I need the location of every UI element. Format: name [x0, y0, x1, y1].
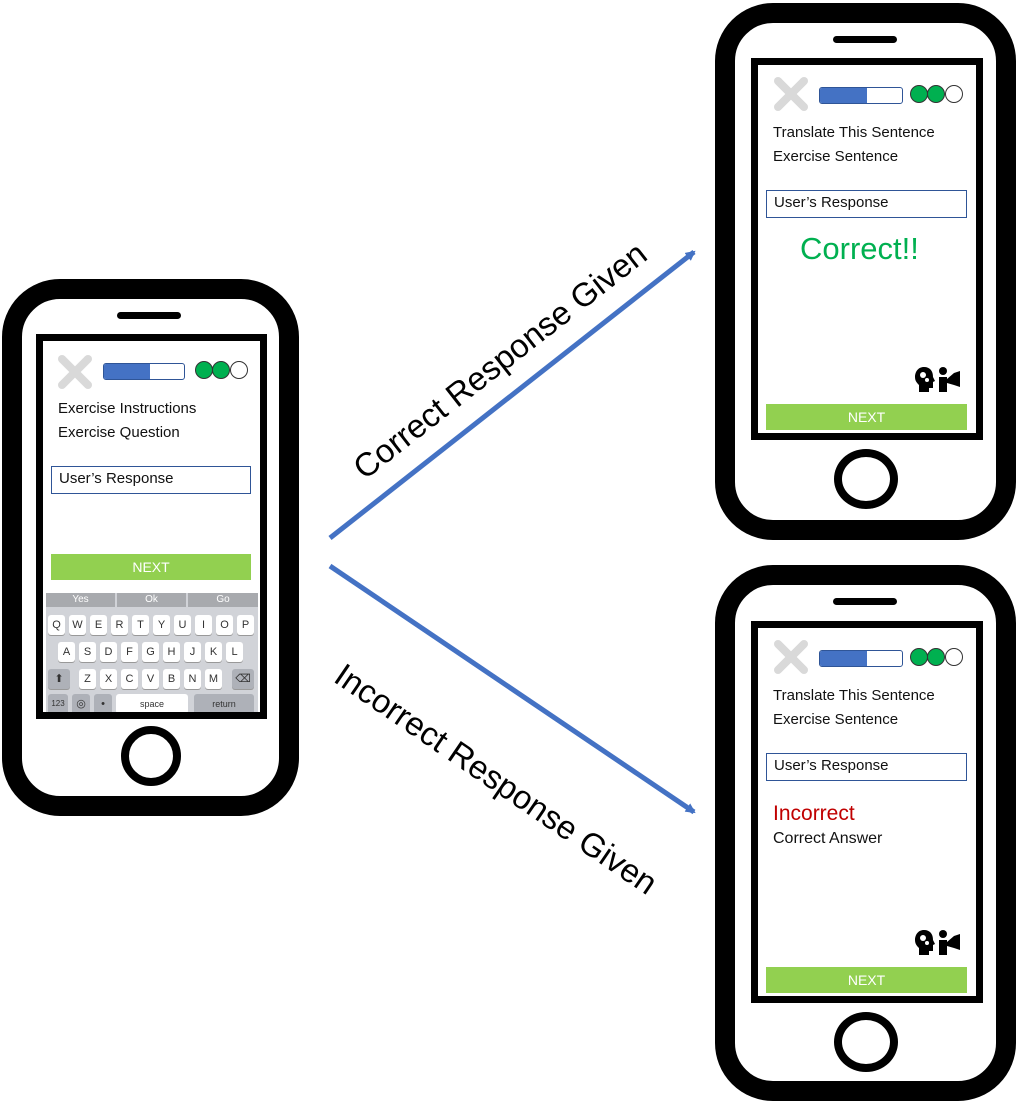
- space-key[interactable]: space: [116, 694, 188, 712]
- shift-key[interactable]: ⬆: [48, 669, 70, 689]
- key-k[interactable]: K: [205, 642, 222, 662]
- progress-dot: [945, 648, 963, 666]
- progress-fill: [820, 88, 867, 103]
- progress-fill: [820, 651, 867, 666]
- incorrect-feedback: Incorrect: [773, 802, 855, 825]
- left-phone-home-button[interactable]: [121, 726, 181, 786]
- progress-fill: [104, 364, 150, 379]
- tutor-speaking-icon[interactable]: [914, 928, 962, 956]
- shift-icon: ⬆: [54, 673, 64, 685]
- incorrect-phone-home-button[interactable]: [834, 1012, 898, 1072]
- close-x-icon[interactable]: [58, 355, 92, 389]
- progress-dots: [195, 361, 251, 381]
- progress-dots: [910, 648, 966, 668]
- left-phone-speaker: [117, 312, 181, 319]
- tutor-speaking-icon[interactable]: [914, 365, 962, 393]
- response-input[interactable]: User’s Response: [766, 753, 967, 781]
- correct-answer-text: Correct Answer: [773, 830, 883, 847]
- progress-dot: [927, 85, 945, 103]
- key-s[interactable]: S: [79, 642, 96, 662]
- response-input[interactable]: User’s Response: [51, 466, 251, 494]
- exercise-sentence: Exercise Sentence: [773, 148, 899, 165]
- suggestion-yes[interactable]: Yes: [46, 593, 115, 607]
- key-e[interactable]: E: [90, 615, 107, 635]
- incorrect-phone-screen: Translate This Sentence Exercise Sentenc…: [751, 621, 983, 1003]
- key-r[interactable]: R: [111, 615, 128, 635]
- key-i[interactable]: I: [195, 615, 212, 635]
- keyboard: Yes Ok Go Q W E R T Y U I O P A S D F G …: [46, 593, 258, 712]
- next-button[interactable]: NEXT: [51, 554, 251, 580]
- key-h[interactable]: H: [163, 642, 180, 662]
- progress-dot: [910, 648, 928, 666]
- globe-key[interactable]: ◎: [72, 694, 90, 712]
- correct-arrow: [328, 250, 696, 540]
- mic-key[interactable]: •: [94, 694, 112, 712]
- translate-instruction: Translate This Sentence: [773, 124, 935, 141]
- correct-phone-speaker: [833, 36, 897, 43]
- progress-bar: [819, 87, 903, 104]
- key-v[interactable]: V: [142, 669, 159, 689]
- correct-phone-screen: Translate This Sentence Exercise Sentenc…: [751, 58, 983, 440]
- key-m[interactable]: M: [205, 669, 222, 689]
- exercise-sentence: Exercise Sentence: [773, 711, 899, 728]
- key-u[interactable]: U: [174, 615, 191, 635]
- exercise-question: Exercise Question: [58, 424, 180, 441]
- backspace-icon: ⌫: [235, 673, 251, 685]
- key-d[interactable]: D: [100, 642, 117, 662]
- progress-dots: [910, 85, 966, 105]
- key-g[interactable]: G: [142, 642, 159, 662]
- microphone-icon: •: [101, 698, 105, 710]
- key-p[interactable]: P: [237, 615, 254, 635]
- progress-dot: [910, 85, 928, 103]
- progress-dot: [945, 85, 963, 103]
- key-y[interactable]: Y: [153, 615, 170, 635]
- next-button[interactable]: NEXT: [766, 404, 967, 430]
- key-x[interactable]: X: [100, 669, 117, 689]
- response-input[interactable]: User’s Response: [766, 190, 967, 218]
- globe-icon: ◎: [76, 698, 86, 710]
- backspace-key[interactable]: ⌫: [232, 669, 254, 689]
- exercise-instructions: Exercise Instructions: [58, 400, 197, 417]
- key-l[interactable]: L: [226, 642, 243, 662]
- return-key[interactable]: return: [194, 694, 254, 712]
- progress-dot: [195, 361, 213, 379]
- key-o[interactable]: O: [216, 615, 233, 635]
- numbers-key[interactable]: 123: [48, 694, 68, 712]
- progress-dot: [212, 361, 230, 379]
- suggestion-go[interactable]: Go: [188, 593, 258, 607]
- key-j[interactable]: J: [184, 642, 201, 662]
- key-z[interactable]: Z: [79, 669, 96, 689]
- next-button[interactable]: NEXT: [766, 967, 967, 993]
- close-x-icon[interactable]: [774, 77, 808, 111]
- key-f[interactable]: F: [121, 642, 138, 662]
- correct-feedback: Correct!!: [800, 231, 919, 266]
- correct-phone-home-button[interactable]: [834, 449, 898, 509]
- progress-dot: [230, 361, 248, 379]
- key-n[interactable]: N: [184, 669, 201, 689]
- key-q[interactable]: Q: [48, 615, 65, 635]
- left-phone-screen: Exercise Instructions Exercise Question …: [36, 334, 267, 719]
- key-b[interactable]: B: [163, 669, 180, 689]
- suggestion-ok[interactable]: Ok: [117, 593, 186, 607]
- key-c[interactable]: C: [121, 669, 138, 689]
- incorrect-phone-speaker: [833, 598, 897, 605]
- close-x-icon[interactable]: [774, 640, 808, 674]
- progress-bar: [103, 363, 185, 380]
- key-a[interactable]: A: [58, 642, 75, 662]
- progress-bar: [819, 650, 903, 667]
- translate-instruction: Translate This Sentence: [773, 687, 935, 704]
- key-t[interactable]: T: [132, 615, 149, 635]
- progress-dot: [927, 648, 945, 666]
- key-w[interactable]: W: [69, 615, 86, 635]
